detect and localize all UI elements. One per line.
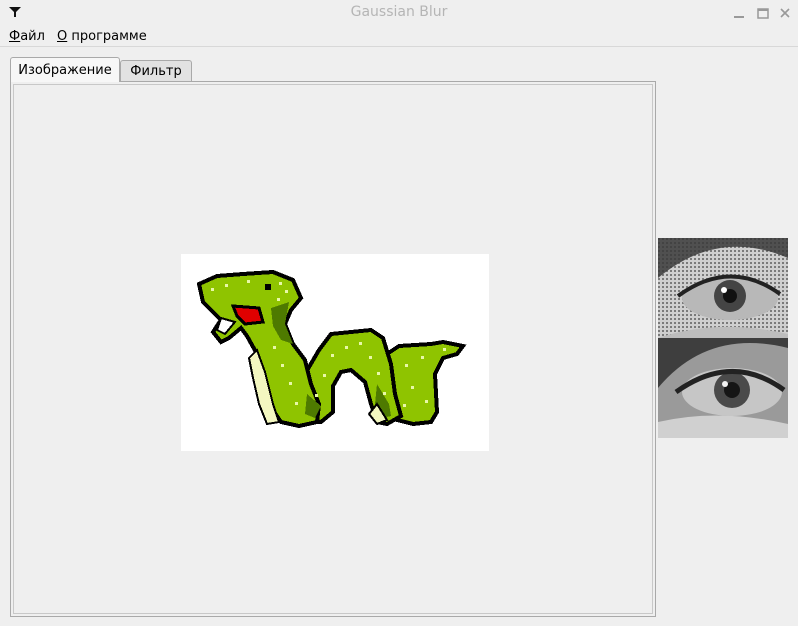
- main-image: [181, 254, 489, 451]
- menu-file-accel: Ф: [9, 29, 21, 44]
- image-panel: [10, 81, 656, 617]
- eye-image-blurred: [658, 338, 788, 438]
- minimize-icon[interactable]: [731, 5, 747, 21]
- maximize-icon[interactable]: [755, 5, 771, 21]
- menu-about-accel: О: [57, 29, 68, 44]
- menu-about-label: программе: [67, 29, 147, 44]
- title-bar: Gaussian Blur: [0, 0, 798, 26]
- thumbnail-blurred-eye[interactable]: [658, 338, 788, 438]
- menu-file-label: айл: [20, 29, 45, 44]
- tab-image[interactable]: Изображение: [10, 57, 120, 82]
- menu-bar: Файл О программе: [0, 28, 798, 47]
- tab-filter[interactable]: Фильтр: [120, 60, 192, 82]
- dragon-image: [196, 269, 467, 429]
- image-panel-frame: [13, 84, 653, 614]
- thumbnail-noisy-eye[interactable]: [658, 238, 788, 338]
- window-title: Gaussian Blur: [350, 4, 448, 20]
- close-icon[interactable]: [777, 5, 793, 21]
- menu-file[interactable]: Файл: [9, 29, 45, 44]
- menu-about[interactable]: О программе: [57, 29, 147, 44]
- eye-image-noisy: [658, 238, 788, 338]
